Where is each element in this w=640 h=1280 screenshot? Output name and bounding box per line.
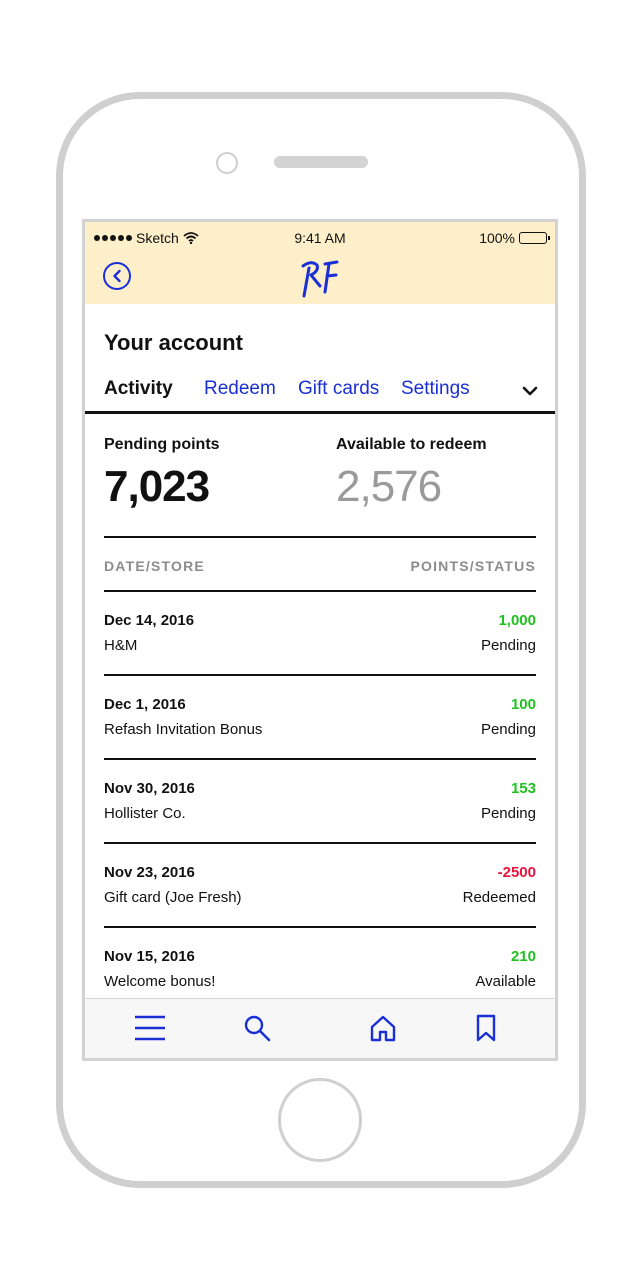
table-row[interactable]: Dec 14, 2016 H&M 1,000 Pending (104, 592, 536, 676)
row-points: 100 (510, 696, 536, 713)
row-date: Nov 15, 2016 (104, 948, 195, 965)
menu-button[interactable] (133, 1011, 167, 1045)
table-row[interactable]: Nov 15, 2016 Welcome bonus! 210 Available (104, 928, 536, 998)
table-row[interactable]: Nov 23, 2016 Gift card (Joe Fresh) -2500 Re… (104, 844, 536, 928)
table-row[interactable]: Dec 1, 2016 Refash Invitation Bonus 100 Pen… (104, 676, 536, 760)
row-points: -2500 (497, 864, 536, 881)
row-points: 1,000 (498, 612, 536, 629)
app-header: Sketch 9:41 AM 100% (85, 222, 555, 304)
row-date: Dec 14, 2016 (104, 612, 195, 629)
rf-logo-icon[interactable] (299, 256, 343, 298)
column-header-date-store: DATE/STORE (104, 558, 205, 574)
tab-redeem[interactable]: Redeem (204, 378, 276, 400)
speaker-grille (274, 156, 368, 168)
status-right: 100% (479, 230, 550, 246)
search-button[interactable] (240, 1011, 274, 1045)
row-date: Dec 1, 2016 (104, 696, 186, 713)
home-button[interactable] (366, 1011, 400, 1045)
available-value: 2,576 (336, 462, 442, 511)
row-status: Pending (480, 805, 536, 822)
row-points: 153 (510, 780, 536, 797)
chevron-down-icon[interactable] (521, 384, 539, 398)
row-status: Available (475, 973, 536, 990)
row-status: Redeemed (462, 889, 536, 906)
row-store: H&M (104, 637, 138, 654)
column-header-points-status: POINTS/STATUS (410, 558, 536, 574)
home-icon (370, 1015, 396, 1042)
account-content: Your account Activity Redeem Gift cards … (85, 304, 555, 998)
tab-activity[interactable]: Activity (104, 378, 173, 400)
pending-points-value: 7,023 (104, 462, 210, 511)
status-bar: Sketch 9:41 AM 100% (85, 230, 555, 250)
search-icon (244, 1015, 271, 1042)
tab-settings[interactable]: Settings (401, 378, 470, 400)
screen: Sketch 9:41 AM 100% Your account Activit… (82, 219, 558, 1061)
row-date: Nov 23, 2016 (104, 864, 195, 881)
chevron-left-icon (113, 269, 121, 283)
row-store: Hollister Co. (104, 805, 186, 822)
page-title: Your account (104, 330, 243, 355)
camera-icon (216, 152, 238, 174)
pending-points-label: Pending points (104, 436, 220, 453)
row-status: Pending (480, 637, 536, 654)
home-hardware-button[interactable] (278, 1078, 362, 1162)
bookmark-icon (476, 1014, 496, 1042)
bottom-tab-bar (85, 998, 555, 1058)
back-button[interactable] (103, 262, 131, 290)
row-points: 210 (510, 948, 536, 965)
row-store: Welcome bonus! (104, 973, 216, 990)
row-store: Gift card (Joe Fresh) (104, 889, 242, 906)
available-label: Available to redeem (336, 436, 487, 453)
tab-gift-cards[interactable]: Gift cards (298, 378, 379, 400)
battery-icon (519, 232, 550, 244)
summary-divider (104, 536, 536, 538)
table-row[interactable]: Nov 30, 2016 Hollister Co. 153 Pending (104, 760, 536, 844)
row-status: Pending (480, 721, 536, 738)
account-tabs: Activity Redeem Gift cards Settings (85, 376, 555, 414)
row-date: Nov 30, 2016 (104, 780, 195, 797)
menu-icon (135, 1015, 165, 1041)
battery-percent: 100% (479, 230, 515, 246)
bookmark-button[interactable] (469, 1011, 503, 1045)
row-store: Refash Invitation Bonus (104, 721, 263, 738)
